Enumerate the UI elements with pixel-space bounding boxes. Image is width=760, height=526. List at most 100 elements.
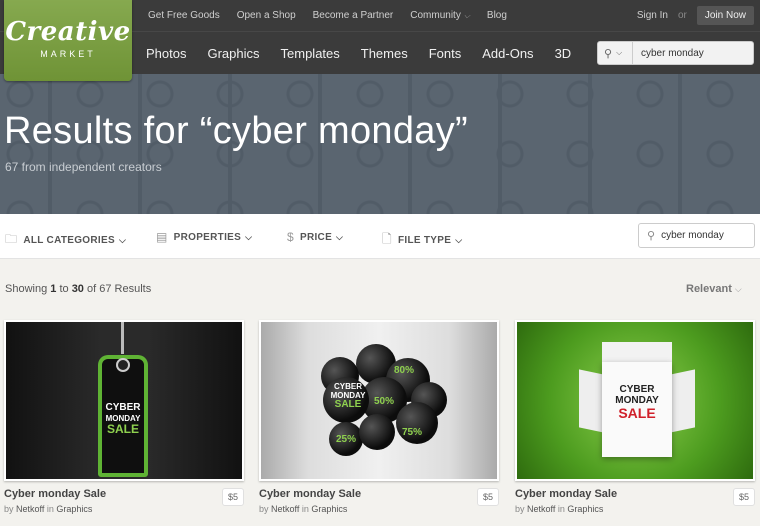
category-link[interactable]: Graphics [567,504,603,514]
author-link[interactable]: Netkoff [16,504,44,514]
nav-3d[interactable]: 3D [555,46,572,61]
product-thumbnail[interactable]: CYBER MONDAY SALE [515,320,755,481]
box-flap-right [670,369,695,433]
discount-25: 25% [336,434,357,445]
in-text: in [299,504,312,514]
nav-photos[interactable]: Photos [146,46,186,61]
product-title[interactable]: Cyber monday Sale [259,488,361,500]
author-link[interactable]: Netkoff [271,504,299,514]
account-links: Sign In or Join Now [637,0,754,31]
top-links: Get Free Goods Open a Shop Become a Part… [148,0,524,31]
thumbnail-text: CYBER MONDAY SALE [98,402,148,435]
product-card[interactable]: 80% 50% 25% 75% CYBER MONDAY SALE Cyber … [259,320,499,514]
logo-subtext: MARKET [40,49,96,59]
tag-hole [116,358,130,372]
chevron-down-icon: ⌵ [336,231,344,242]
chevron-down-icon: ⌵ [118,235,127,245]
in-text: in [555,504,568,514]
by-text: by [515,504,528,514]
filter-price[interactable]: $ PRICE ⌵ [287,230,343,244]
product-byline: by Netkoff in Graphics [259,504,347,514]
art-line-1: CYBER [105,402,141,413]
filter-properties-label: PROPERTIES [173,231,242,243]
discount-75: 75% [402,427,423,438]
art-line-3: SALE [334,399,362,410]
category-link[interactable]: Graphics [56,504,92,514]
nav-templates[interactable]: Templates [281,46,340,61]
category-nav: Photos Graphics Templates Themes Fonts A… [146,32,592,74]
nav-graphics[interactable]: Graphics [207,46,259,61]
results-subtitle: 67 from independent creators [5,160,162,174]
product-title[interactable]: Cyber monday Sale [4,488,106,500]
sign-in-link[interactable]: Sign In [637,10,668,21]
chevron-down-icon: ⌵ [616,48,623,57]
filter-bar: 🗀 ALL CATEGORIES ⌵ ▤ PROPERTIES ⌵ $ PRIC… [0,214,760,259]
filter-categories-label: ALL CATEGORIES [23,235,115,246]
header-search[interactable]: ⚲ ⌵ cyber monday [597,41,754,65]
thumbnail-text: CYBER MONDAY SALE [602,384,672,421]
results-search-input[interactable]: cyber monday [661,230,724,241]
chevron-down-icon: ⌵ [245,231,253,242]
category-link[interactable]: Graphics [311,504,347,514]
price-badge: $5 [732,488,755,506]
thumbnail-text: CYBER MONDAY SALE [325,382,371,410]
nav-themes[interactable]: Themes [361,46,408,61]
results-search-field[interactable]: ⚲ cyber monday [638,223,755,248]
search-icon: ⚲ [604,47,613,60]
top-link-free-goods[interactable]: Get Free Goods [148,10,220,21]
product-thumbnail[interactable]: 80% 50% 25% 75% CYBER MONDAY SALE [259,320,499,481]
search-icon: ⚲ [647,230,656,242]
top-link-community[interactable]: Community ⌵ [410,10,470,21]
filter-all-categories[interactable]: 🗀 ALL CATEGORIES ⌵ [5,230,126,251]
results-count: Showing 1 to 30 of 67 Results [5,283,151,295]
top-link-blog[interactable]: Blog [487,10,507,21]
filter-price-label: PRICE [299,231,333,243]
art-line-1: CYBER [333,382,362,391]
range-end: 30 [71,283,84,295]
community-label: Community [410,10,461,21]
sort-dropdown[interactable]: Relevant ⌵ [686,283,742,295]
search-scope-button[interactable]: ⚲ ⌵ [598,42,633,64]
file-icon: 🗋 [382,232,392,246]
product-card[interactable]: CYBER MONDAY SALE Cyber monday Sale by N… [4,320,244,514]
tag-string [121,322,124,354]
author-link[interactable]: Netkoff [527,504,555,514]
dollar-icon: $ [287,230,294,244]
showing-prefix: Showing [5,283,51,295]
filter-properties[interactable]: ▤ PROPERTIES ⌵ [156,230,252,244]
discount-80: 80% [394,365,415,376]
or-text: or [677,10,687,21]
range-total: of 67 Results [83,283,152,295]
price-badge: $5 [476,488,499,506]
join-now-button[interactable]: Join Now [696,6,754,25]
product-thumbnail[interactable]: CYBER MONDAY SALE [4,320,244,481]
product-title[interactable]: Cyber monday Sale [515,488,617,500]
header-search-input[interactable]: cyber monday [633,48,704,59]
filter-file-type-label: FILE TYPE [397,235,452,246]
top-link-open-shop[interactable]: Open a Shop [237,10,296,21]
product-card[interactable]: CYBER MONDAY SALE Cyber monday Sale by N… [515,320,755,514]
logo-wordmark: Creative [5,17,131,47]
product-byline: by Netkoff in Graphics [4,504,92,514]
folder-icon: 🗀 [5,232,18,246]
nav-add-ons[interactable]: Add-Ons [482,46,533,61]
discount-50: 50% [374,396,395,407]
box-flap-left [579,369,604,433]
nav-fonts[interactable]: Fonts [429,46,462,61]
art-line-1: CYBER [619,384,655,395]
in-text: in [44,504,57,514]
creative-market-logo[interactable]: Creative MARKET [4,0,132,81]
art-line-3: SALE [106,422,139,436]
price-badge: $5 [221,488,244,506]
by-text: by [259,504,272,514]
product-byline: by Netkoff in Graphics [515,504,603,514]
chevron-down-icon: ⌵ [455,235,463,245]
chevron-down-icon: ⌵ [463,11,470,20]
page-title: Results for “cyber monday” [4,110,468,152]
filter-file-type[interactable]: 🗋 FILE TYPE ⌵ [382,230,462,251]
properties-icon: ▤ [156,230,168,244]
chevron-down-icon: ⌵ [734,284,742,294]
range-to: to [56,283,72,295]
top-link-partner[interactable]: Become a Partner [313,10,394,21]
ball-graphic [359,414,395,450]
